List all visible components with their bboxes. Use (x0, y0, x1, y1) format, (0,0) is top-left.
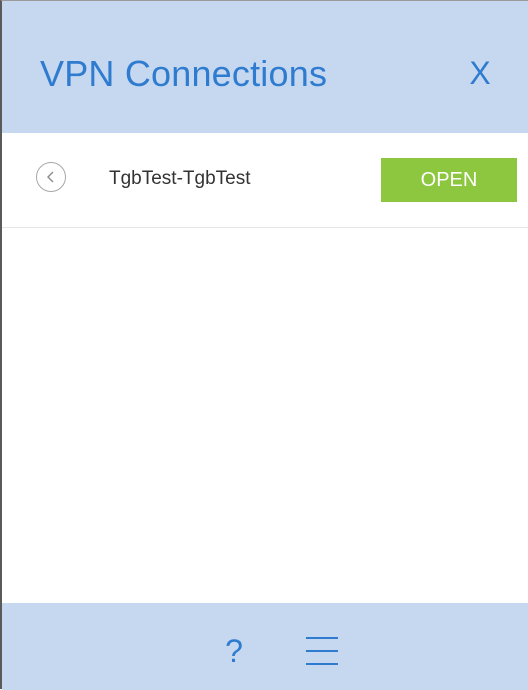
menu-bar-line (306, 650, 338, 652)
open-button[interactable]: OPEN (381, 158, 517, 202)
chevron-left-icon (47, 171, 54, 183)
help-button[interactable]: ? (220, 629, 248, 673)
header-bar: VPN Connections X (2, 1, 528, 133)
footer-bar: ? (2, 603, 528, 690)
menu-bar-line (306, 637, 338, 639)
connection-list: TgbTest-TgbTest OPEN (2, 133, 528, 603)
connection-name: TgbTest-TgbTest (109, 168, 251, 189)
back-button[interactable] (36, 162, 66, 192)
vpn-window: VPN Connections X TgbTest-TgbTest OPEN ? (0, 0, 528, 690)
page-title: VPN Connections (40, 53, 328, 94)
menu-bar-line (306, 663, 338, 665)
close-button[interactable]: X (460, 51, 500, 95)
hamburger-menu-icon[interactable] (302, 633, 342, 669)
list-item: TgbTest-TgbTest OPEN (2, 133, 528, 228)
